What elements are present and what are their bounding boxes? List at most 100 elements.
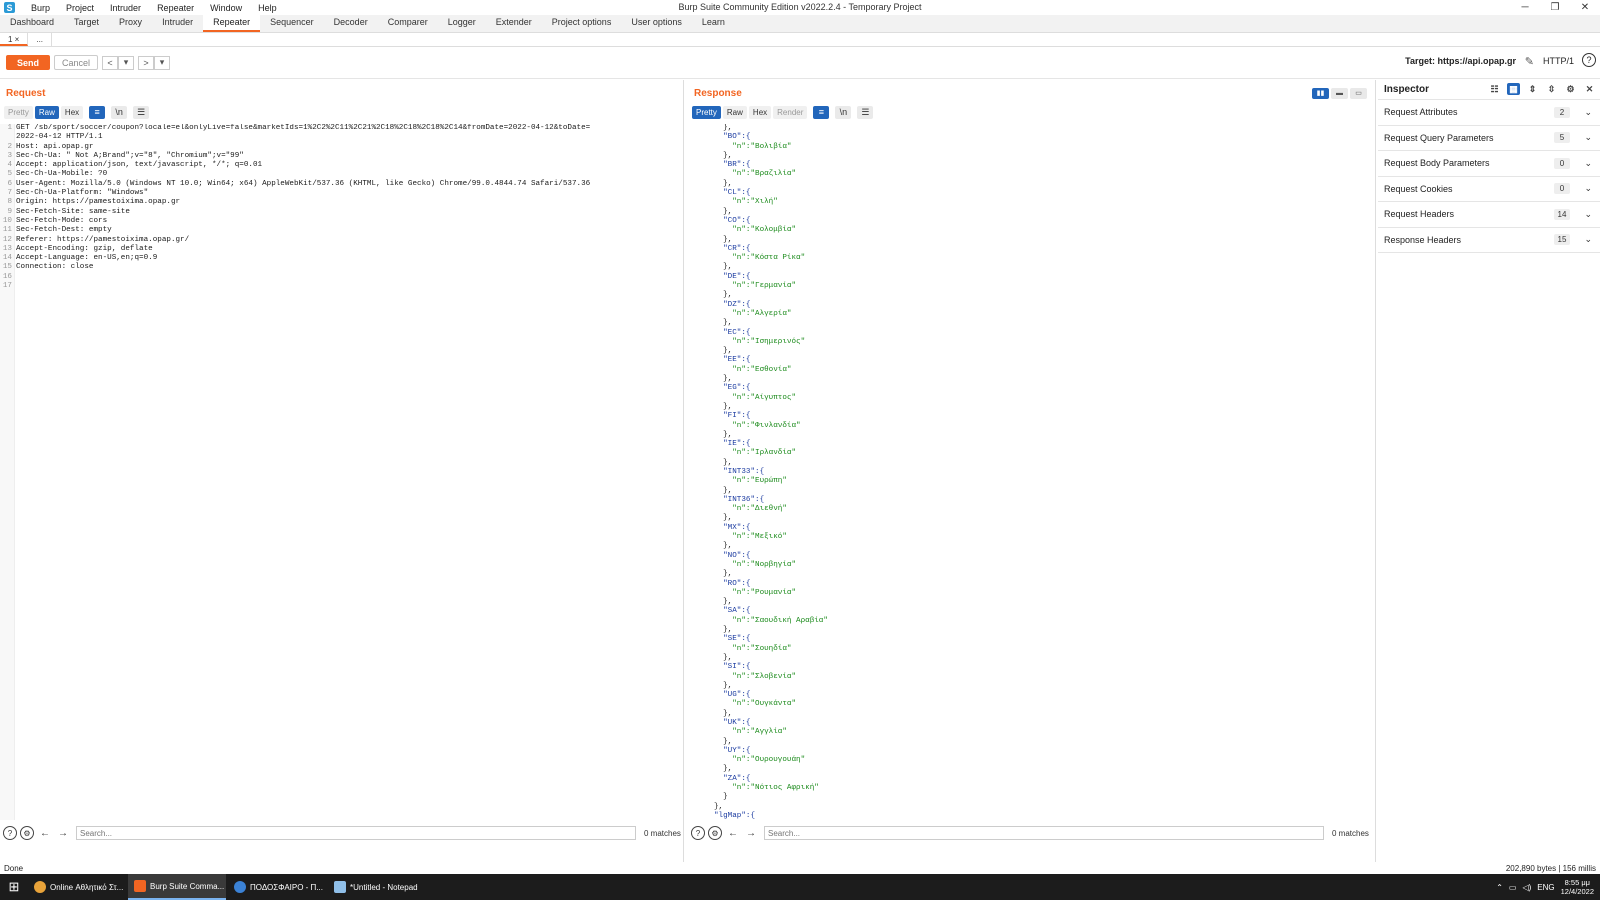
close-icon[interactable]: ✕ (1570, 0, 1600, 15)
tab-extender[interactable]: Extender (486, 14, 542, 32)
help-icon[interactable]: ? (1582, 53, 1596, 67)
response-line: }, (714, 347, 733, 356)
inspector-card-view-icon[interactable]: ▦ (1507, 83, 1520, 95)
inspector-settings-icon[interactable]: ⚙ (1564, 83, 1577, 95)
repeater-tab-1[interactable]: 1 × (0, 33, 29, 46)
inspector-row-count: 15 (1554, 234, 1570, 246)
inspector-row-body-parameters[interactable]: Request Body Parameters 0 ⌄ (1378, 151, 1600, 177)
response-search-next-icon[interactable]: → (744, 826, 758, 840)
newline-icon[interactable]: \n (111, 106, 128, 119)
tab-decoder[interactable]: Decoder (324, 14, 378, 32)
window-controls: ─ ❐ ✕ (1510, 0, 1600, 15)
back-dropdown-icon[interactable]: ▾ (118, 55, 134, 70)
back-arrow-icon[interactable]: < (102, 55, 118, 70)
tab-sequencer[interactable]: Sequencer (260, 14, 324, 32)
request-text[interactable]: GET /sb/sport/soccer/coupon?locale=el&on… (16, 124, 683, 291)
tray-chevron-icon[interactable]: ⌃ (1496, 883, 1503, 892)
tab-comparer[interactable]: Comparer (378, 14, 438, 32)
response-line: "n":"Αίγυπτος" (714, 393, 797, 402)
response-search-input[interactable] (764, 826, 1324, 840)
tab-learn[interactable]: Learn (692, 14, 735, 32)
tab-dashboard[interactable]: Dashboard (0, 14, 64, 32)
minimize-icon[interactable]: ─ (1510, 0, 1540, 15)
response-search-settings-icon[interactable]: ⚙ (708, 826, 722, 840)
restore-icon[interactable]: ❐ (1540, 0, 1570, 15)
response-line: }, (714, 151, 733, 160)
taskbar-chrome-online[interactable]: Online Αθλητικό Στ... (28, 874, 126, 900)
response-text[interactable]: }, "BO":{ "n":"Βολιβία" }, "BR":{ "n":"Β… (714, 124, 1375, 820)
request-tab-hex[interactable]: Hex (60, 106, 84, 119)
response-menu-icon[interactable]: ☰ (857, 106, 874, 119)
edit-target-icon[interactable]: ✎ (1525, 55, 1534, 68)
send-button[interactable]: Send (6, 55, 50, 70)
tray-volume-icon[interactable]: ◁) (1522, 883, 1531, 892)
inspector-row-cookies[interactable]: Request Cookies 0 ⌄ (1378, 177, 1600, 202)
chevron-down-icon[interactable]: ⌄ (1584, 234, 1592, 245)
tray-language[interactable]: ENG (1537, 883, 1554, 892)
tab-logger[interactable]: Logger (438, 14, 486, 32)
response-tab-render[interactable]: Render (773, 106, 808, 119)
menu-burp[interactable]: Burp (23, 3, 58, 13)
tab-proxy[interactable]: Proxy (109, 14, 152, 32)
search-help-icon[interactable]: ? (3, 826, 17, 840)
expand-all-icon[interactable]: ⇕ (1526, 83, 1539, 95)
tray-network-icon[interactable]: ▭ (1509, 883, 1517, 892)
request-view-tabs: Pretty Raw Hex ≡ \n ☰ (4, 106, 150, 119)
request-editor[interactable]: 1 2 3 4 5 6 7 8 9 10 11 12 13 14 15 16 17 GET /sb/sport… (0, 124, 683, 820)
menu-repeater[interactable]: Repeater (149, 3, 202, 13)
menu-window[interactable]: Window (202, 3, 250, 13)
tab-intruder[interactable]: Intruder (152, 14, 203, 32)
taskbar-burp-suite[interactable]: Burp Suite Comma... (128, 874, 226, 900)
inspector-list-view-icon[interactable]: ☷ (1488, 83, 1501, 95)
request-tab-raw[interactable]: Raw (34, 106, 59, 119)
wrap-lines-icon[interactable]: ≡ (89, 106, 106, 119)
inspector-row-response-headers[interactable]: Response Headers 15 ⌄ (1378, 228, 1600, 253)
response-tab-hex[interactable]: Hex (748, 106, 772, 119)
request-menu-icon[interactable]: ☰ (133, 106, 150, 119)
layout-tabbed-icon[interactable]: ▭ (1350, 88, 1367, 99)
chevron-down-icon[interactable]: ⌄ (1584, 183, 1592, 194)
menu-project[interactable]: Project (58, 3, 102, 13)
request-tab-pretty[interactable]: Pretty (4, 106, 33, 119)
chevron-down-icon[interactable]: ⌄ (1584, 107, 1592, 118)
search-prev-icon[interactable]: ← (38, 826, 52, 840)
cancel-button[interactable]: Cancel (54, 55, 98, 70)
tab-project-options[interactable]: Project options (542, 14, 622, 32)
response-search-help-icon[interactable]: ? (691, 826, 705, 840)
inspector-close-icon[interactable]: ✕ (1583, 83, 1596, 95)
windows-start-icon[interactable]: ⊞ (0, 874, 28, 900)
response-line: "n":"Εσθονία" (714, 365, 792, 374)
menu-intruder[interactable]: Intruder (102, 3, 149, 13)
clock[interactable]: 8:55 μμ 12/4/2022 (1561, 878, 1594, 896)
search-next-icon[interactable]: → (56, 826, 70, 840)
chevron-down-icon[interactable]: ⌄ (1584, 158, 1592, 169)
collapse-all-icon[interactable]: ⇳ (1545, 83, 1558, 95)
tab-repeater[interactable]: Repeater (203, 14, 261, 32)
request-search-input[interactable] (76, 826, 636, 840)
line-number (0, 133, 12, 142)
layout-stacked-icon[interactable]: ▬ (1331, 88, 1348, 99)
inspector-row-request-headers[interactable]: Request Headers 14 ⌄ (1378, 202, 1600, 228)
tab-user-options[interactable]: User options (621, 14, 692, 32)
response-newline-icon[interactable]: \n (835, 106, 852, 119)
inspector-row-request-attributes[interactable]: Request Attributes 2 ⌄ (1378, 100, 1600, 126)
chevron-down-icon[interactable]: ⌄ (1584, 209, 1592, 220)
repeater-tab-new[interactable]: ... (28, 33, 53, 46)
tab-target[interactable]: Target (64, 14, 109, 32)
response-tab-pretty[interactable]: Pretty (692, 106, 721, 119)
forward-arrow-icon[interactable]: > (138, 55, 154, 70)
http-version[interactable]: HTTP/1 (1543, 56, 1574, 66)
response-editor[interactable]: }, "BO":{ "n":"Βολιβία" }, "BR":{ "n":"Β… (688, 124, 1375, 820)
response-tab-raw[interactable]: Raw (722, 106, 747, 119)
layout-side-by-side-icon[interactable]: ▮▮ (1312, 88, 1329, 99)
response-wrap-lines-icon[interactable]: ≡ (813, 106, 830, 119)
menu-help[interactable]: Help (250, 3, 285, 13)
inspector-row-count: 5 (1554, 132, 1570, 144)
chevron-down-icon[interactable]: ⌄ (1584, 132, 1592, 143)
search-settings-icon[interactable]: ⚙ (20, 826, 34, 840)
forward-dropdown-icon[interactable]: ▾ (154, 55, 170, 70)
taskbar-notepad[interactable]: *Untitled - Notepad (328, 874, 426, 900)
inspector-row-query-parameters[interactable]: Request Query Parameters 5 ⌄ (1378, 126, 1600, 151)
response-search-prev-icon[interactable]: ← (726, 826, 740, 840)
taskbar-browser-podosfairo[interactable]: ΠΟΔΟΣΦΑΙΡΟ - Π... (228, 874, 326, 900)
